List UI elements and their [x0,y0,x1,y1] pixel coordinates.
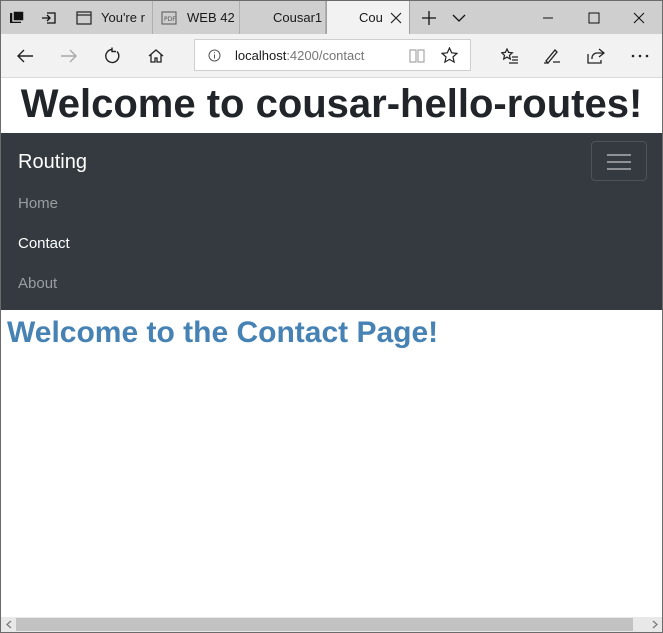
new-tab-icon[interactable] [413,1,445,34]
navbar: Routing Home Contact About [1,133,662,310]
hamburger-icon-bar [607,154,631,156]
minimize-icon[interactable] [525,1,571,34]
tab-2[interactable]: PDF WEB 42 [153,1,240,34]
browser-window: You're r PDF WEB 42 Cousar1 Cou localhos… [0,0,663,633]
tab-manager-icon[interactable] [1,1,33,34]
url-path: :4200/contact [286,48,365,63]
hamburger-icon-bar [607,161,631,163]
favorite-star-icon[interactable] [440,46,459,69]
scroll-right-icon[interactable] [647,617,662,632]
nav-link-about[interactable]: About [18,275,57,292]
browser-toolbar: localhost:4200/contact [1,34,662,78]
svg-text:PDF: PDF [164,16,176,23]
horizontal-scrollbar[interactable] [1,617,662,632]
nav-link-contact[interactable]: Contact [18,235,70,252]
page-icon [76,10,92,25]
forward-arrow-icon[interactable] [47,34,91,78]
refresh-icon[interactable] [90,34,134,78]
url-text[interactable]: localhost:4200/contact [235,48,364,63]
navbar-toggler-button[interactable] [591,141,647,181]
page-content: Welcome to cousar-hello-routes! Routing … [1,78,662,617]
reading-view-icon[interactable] [409,48,425,69]
tab-label: Cousar1 [273,10,323,25]
tab-strip: You're r PDF WEB 42 Cousar1 Cou [1,1,662,34]
page-title: Welcome to cousar-hello-routes! [20,82,643,126]
pdf-icon: PDF [161,11,177,25]
tab-label: You're r [101,10,145,25]
hamburger-icon-bar [607,168,631,170]
navbar-brand[interactable]: Routing [18,151,87,174]
tab-3[interactable]: Cousar1 [240,1,326,34]
nav-link-home[interactable]: Home [18,195,58,212]
tab-1[interactable]: You're r [67,1,153,34]
maximize-icon[interactable] [571,1,617,34]
content-heading: Welcome to the Contact Page! [7,316,439,349]
more-icon[interactable] [618,34,662,78]
tab-active[interactable]: Cou [326,1,410,34]
back-arrow-icon[interactable] [3,34,47,78]
tab-label: WEB 42 [187,10,235,25]
set-aside-tabs-icon[interactable] [33,1,65,34]
url-host: localhost [235,48,287,63]
address-bar[interactable]: localhost:4200/contact [194,39,471,71]
window-close-icon[interactable] [616,1,662,34]
close-icon[interactable] [389,11,403,25]
share-icon[interactable] [574,34,618,78]
scrollbar-thumb[interactable] [16,618,633,631]
scroll-left-icon[interactable] [1,617,16,632]
pen-icon[interactable] [530,34,574,78]
home-icon[interactable] [134,34,178,78]
chevron-down-icon[interactable] [443,1,475,34]
tab-label: Cou [359,10,383,25]
info-icon[interactable] [208,49,221,67]
favorites-list-icon[interactable] [488,34,532,78]
